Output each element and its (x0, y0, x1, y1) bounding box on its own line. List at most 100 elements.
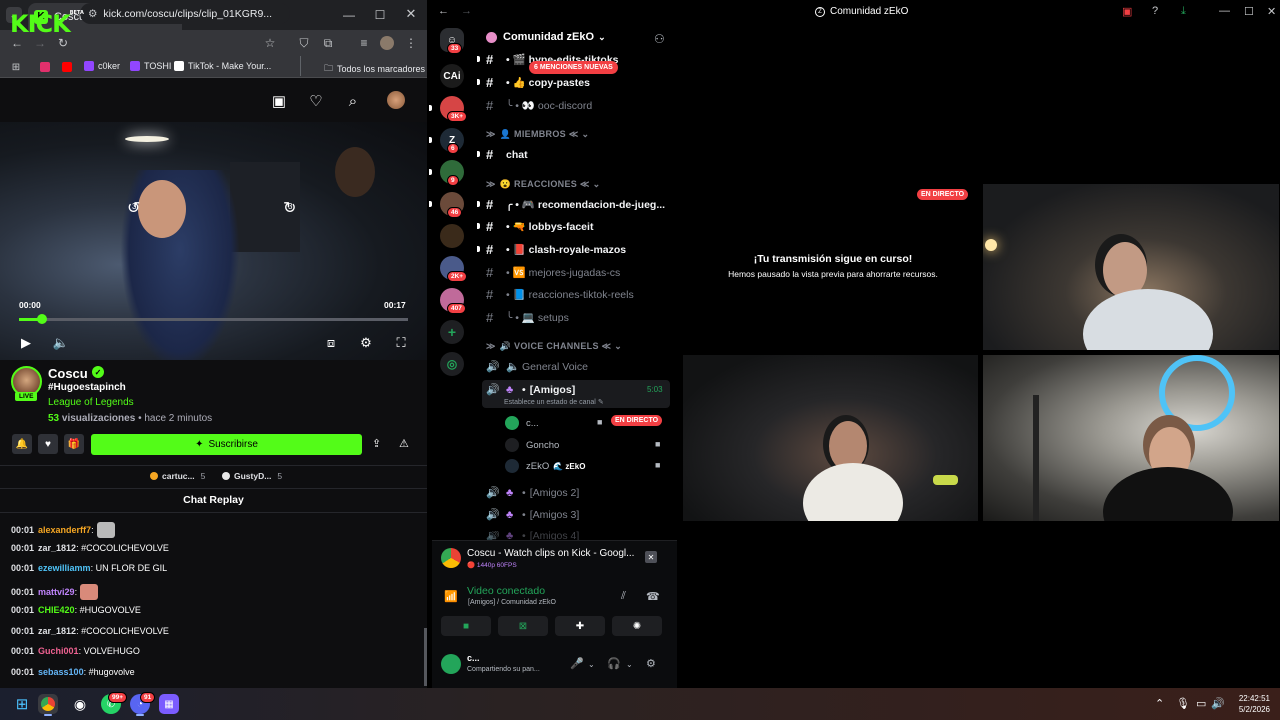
seek-bar[interactable] (19, 318, 408, 321)
video-tile-2[interactable] (683, 355, 978, 521)
channel-name[interactable]: Coscu (48, 366, 88, 381)
seek-handle[interactable] (37, 314, 47, 324)
all-bookmarks-folder[interactable]: 🗀 Todos los marcadores (324, 61, 425, 77)
follow-heart-button[interactable]: ♥ (38, 434, 58, 454)
minimize-icon[interactable]: — (342, 8, 356, 22)
download-icon[interactable]: ⤓ (1181, 5, 1186, 18)
own-avatar[interactable] (441, 654, 461, 674)
rewind-icon[interactable]: ↺ 3 (127, 198, 140, 218)
fullscreen-icon[interactable]: ⛶ (394, 335, 408, 350)
channel-category[interactable]: ≫ 🔊 VOICE CHANNELS ≪ ⌄ (486, 341, 622, 352)
volume-icon[interactable]: 🔈 (53, 335, 69, 350)
camera-button[interactable]: ■ (441, 616, 491, 636)
tray-chevron-up-icon[interactable]: ⌃ (1155, 697, 1164, 710)
following-heart-icon[interactable]: ♡ (307, 92, 325, 110)
forward-icon[interactable]: ↻ 3 (283, 198, 296, 218)
voice-channel-amigos-4[interactable]: 🔊 ♣ • [Amigos 4] (486, 531, 579, 540)
close-window-icon[interactable]: ✕ (404, 6, 418, 21)
pip-icon[interactable]: ⧈ (324, 335, 338, 350)
text-channel[interactable]: # • 📕 clash-royale-mazos (486, 242, 626, 257)
share-icon[interactable]: ⇪ (372, 437, 381, 450)
category-link[interactable]: League of Legends (48, 397, 134, 408)
disconnect-phone-icon[interactable]: ☎ (646, 590, 660, 603)
user-avatar[interactable] (387, 91, 405, 109)
voice-channel-amigos-2[interactable]: 🔊 ♣ • [Amigos 2] (486, 486, 579, 500)
close-window-icon[interactable]: ✕ (1267, 5, 1276, 18)
windows-start-icon[interactable]: ⊞ (12, 694, 32, 714)
chat-username[interactable]: zar_1812 (38, 626, 76, 636)
bookmark-instagram[interactable] (40, 62, 54, 72)
gift-button[interactable]: 🎁 (64, 434, 84, 454)
text-channel[interactable]: # • 👍 copy-pastes (486, 75, 590, 90)
text-channel[interactable]: # ╰ • 💻 setups (486, 310, 569, 325)
server-icon[interactable]: CAi (440, 64, 464, 88)
bookmark-toshi[interactable]: TOSHI (130, 61, 171, 71)
text-channel[interactable]: # • 📘 reacciones-tiktok-reels (486, 287, 634, 302)
noise-suppression-icon[interactable]: ⫽ (621, 590, 626, 603)
bookmark-star-icon[interactable]: ☆ (262, 35, 278, 51)
chat-username[interactable]: alexanderff7 (38, 525, 91, 535)
chevron-down-icon[interactable]: ⌄ (626, 660, 633, 669)
forward-icon[interactable]: → (461, 5, 472, 17)
chat-username[interactable]: sebass100 (38, 667, 84, 677)
play-icon[interactable]: ▶ (19, 335, 33, 350)
extensions-icon[interactable]: ⧉ (320, 35, 336, 51)
notifications-bell-button[interactable]: 🔔 (12, 434, 32, 454)
settings-gear-icon[interactable]: ⚙ (359, 335, 373, 350)
chrome-taskbar-icon[interactable] (38, 694, 58, 714)
chat-username[interactable]: mattvi29 (38, 587, 75, 597)
chat-username[interactable]: zar_1812 (38, 543, 76, 553)
voice-connected-label[interactable]: Video conectado (467, 585, 545, 597)
server-icon[interactable] (440, 224, 464, 248)
chevron-down-icon[interactable]: ⌄ (588, 660, 595, 669)
add-member-icon[interactable]: ⚇ (654, 32, 665, 46)
subscribe-button[interactable]: ✦ Suscribirse (91, 434, 362, 455)
text-channel[interactable]: # • 🔫 lobbys-faceit (486, 219, 593, 234)
kick-logo[interactable]: KICKBETA (10, 10, 84, 38)
search-icon[interactable]: ⌕ (344, 92, 362, 110)
bookmark-tiktok[interactable]: TikTok - Make Your... (174, 61, 271, 71)
browse-icon[interactable]: ▣ (270, 92, 288, 110)
address-bar[interactable]: ⚙ kick.com/coscu/clips/clip_01KGR9... (80, 3, 290, 24)
display-tray-icon[interactable]: ▭ (1196, 697, 1206, 710)
own-username[interactable]: c... (467, 653, 480, 663)
user-settings-gear-icon[interactable]: ⚙ (646, 657, 656, 670)
maximize-icon[interactable]: ☐ (1244, 5, 1254, 18)
minimize-icon[interactable]: — (1219, 5, 1230, 17)
bookmark-youtube[interactable] (62, 62, 76, 72)
bookmark-c0ker[interactable]: c0ker (84, 61, 120, 71)
top-gifter-2[interactable]: GustyD... 5 (222, 471, 282, 481)
reading-list-icon[interactable]: ≡ (356, 35, 372, 51)
channel-status-hint[interactable]: Establece un estado de canal ✎ (504, 398, 604, 406)
video-tile-3[interactable] (983, 355, 1279, 521)
screen-share-icon[interactable]: ▣ (1122, 5, 1132, 18)
chat-username[interactable]: CHIE420 (38, 605, 75, 615)
explore-compass-icon[interactable]: ◎ (440, 352, 464, 376)
add-server-icon[interactable]: + (440, 320, 464, 344)
apps-grid-icon[interactable]: ⊞ (8, 59, 24, 75)
text-channel[interactable]: # • 🆚 mejores-jugadas-cs (486, 265, 620, 280)
voice-user[interactable]: Goncho (505, 438, 559, 452)
help-icon[interactable]: ? (1152, 5, 1158, 17)
voice-channel-general[interactable]: 🔊 🔈 General Voice (486, 360, 588, 374)
soundboard-button[interactable]: ✺ (612, 616, 662, 636)
text-channel[interactable]: # ╭ • 🎮 recomendacion-de-jueg... (486, 197, 665, 212)
site-info-icon[interactable]: ⚙ (88, 8, 97, 20)
obs-icon[interactable]: ◉ (70, 694, 90, 714)
share-screen-button[interactable]: ⊠ (498, 616, 548, 636)
text-channel[interactable]: # chat (486, 147, 528, 162)
activities-button[interactable]: ✚ (555, 616, 605, 636)
extension-shield-icon[interactable]: ⛉ (296, 35, 312, 51)
calculator-grid-icon[interactable]: ▦ (159, 694, 179, 714)
server-header[interactable]: Comunidad zEkO ⌄ (486, 31, 606, 43)
profile-avatar[interactable] (380, 36, 394, 50)
new-mentions-pill[interactable]: 6 MENCIONES NUEVAS (529, 61, 618, 74)
channel-category[interactable]: ≫ 😮 REACCIONES ≪ ⌄ (486, 179, 600, 190)
back-icon[interactable]: ← (438, 5, 449, 17)
mic-tray-icon[interactable]: 🎙 (1176, 697, 1190, 710)
channel-category[interactable]: ≫ 👤 MIEMBROS ≪ ⌄ (486, 129, 589, 140)
stop-stream-icon[interactable]: ✕ (645, 551, 657, 563)
voice-user[interactable]: c... (505, 416, 539, 430)
headphones-icon[interactable]: 🎧 (607, 657, 621, 670)
chrome-menu-icon[interactable]: ⋮ (403, 35, 419, 51)
